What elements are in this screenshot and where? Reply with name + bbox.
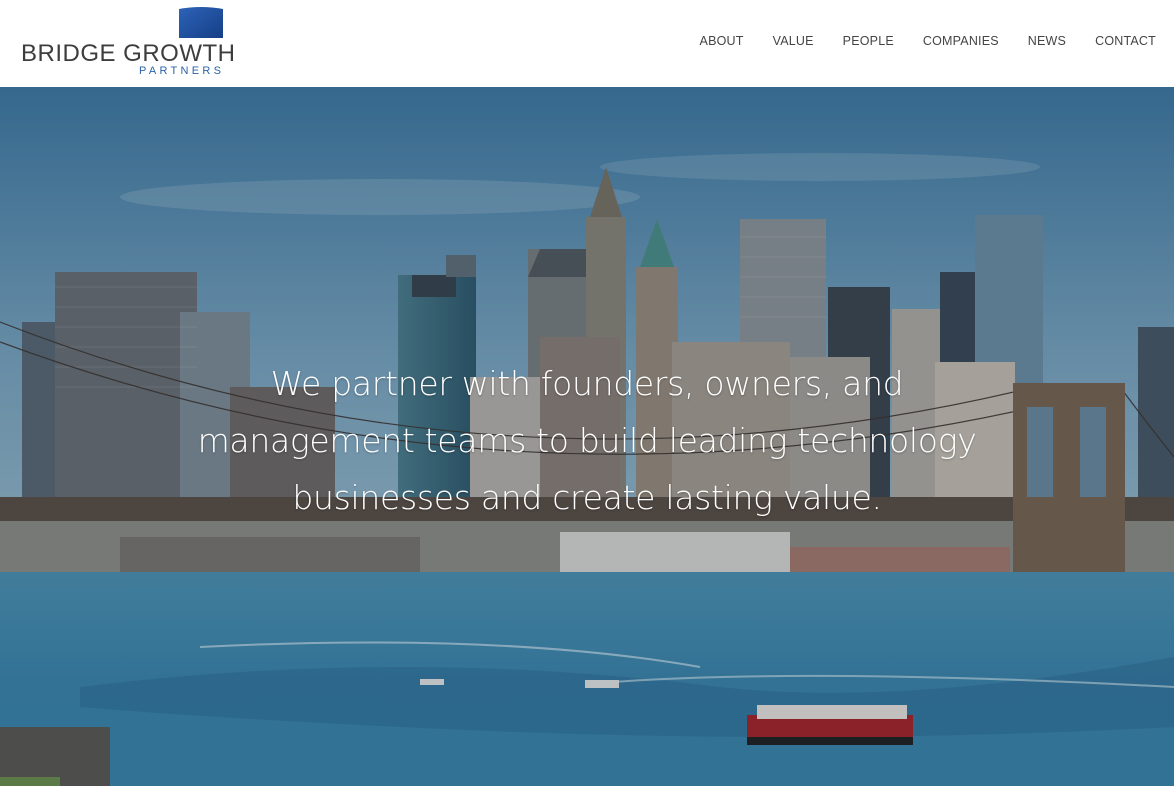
brand-logo[interactable]: BRIDGE GROWTH PARTNERS bbox=[20, 6, 235, 80]
site-header: BRIDGE GROWTH PARTNERS ABOUT VALUE PEOPL… bbox=[0, 0, 1174, 87]
hero-section: We partner with founders, owners, and ma… bbox=[0, 87, 1174, 786]
brand-subname: PARTNERS bbox=[139, 65, 225, 77]
nav-about[interactable]: ABOUT bbox=[700, 34, 744, 48]
nav-companies[interactable]: COMPANIES bbox=[923, 34, 999, 48]
nav-contact[interactable]: CONTACT bbox=[1095, 34, 1156, 48]
main-nav: ABOUT VALUE PEOPLE COMPANIES NEWS CONTAC… bbox=[671, 34, 1156, 48]
nav-people[interactable]: PEOPLE bbox=[843, 34, 894, 48]
hero-tagline: We partner with founders, owners, and ma… bbox=[197, 364, 977, 517]
nav-news[interactable]: NEWS bbox=[1028, 34, 1066, 48]
brand-name: BRIDGE GROWTH bbox=[21, 40, 236, 67]
nav-value[interactable]: VALUE bbox=[773, 34, 814, 48]
logo-mark-icon bbox=[179, 7, 223, 38]
